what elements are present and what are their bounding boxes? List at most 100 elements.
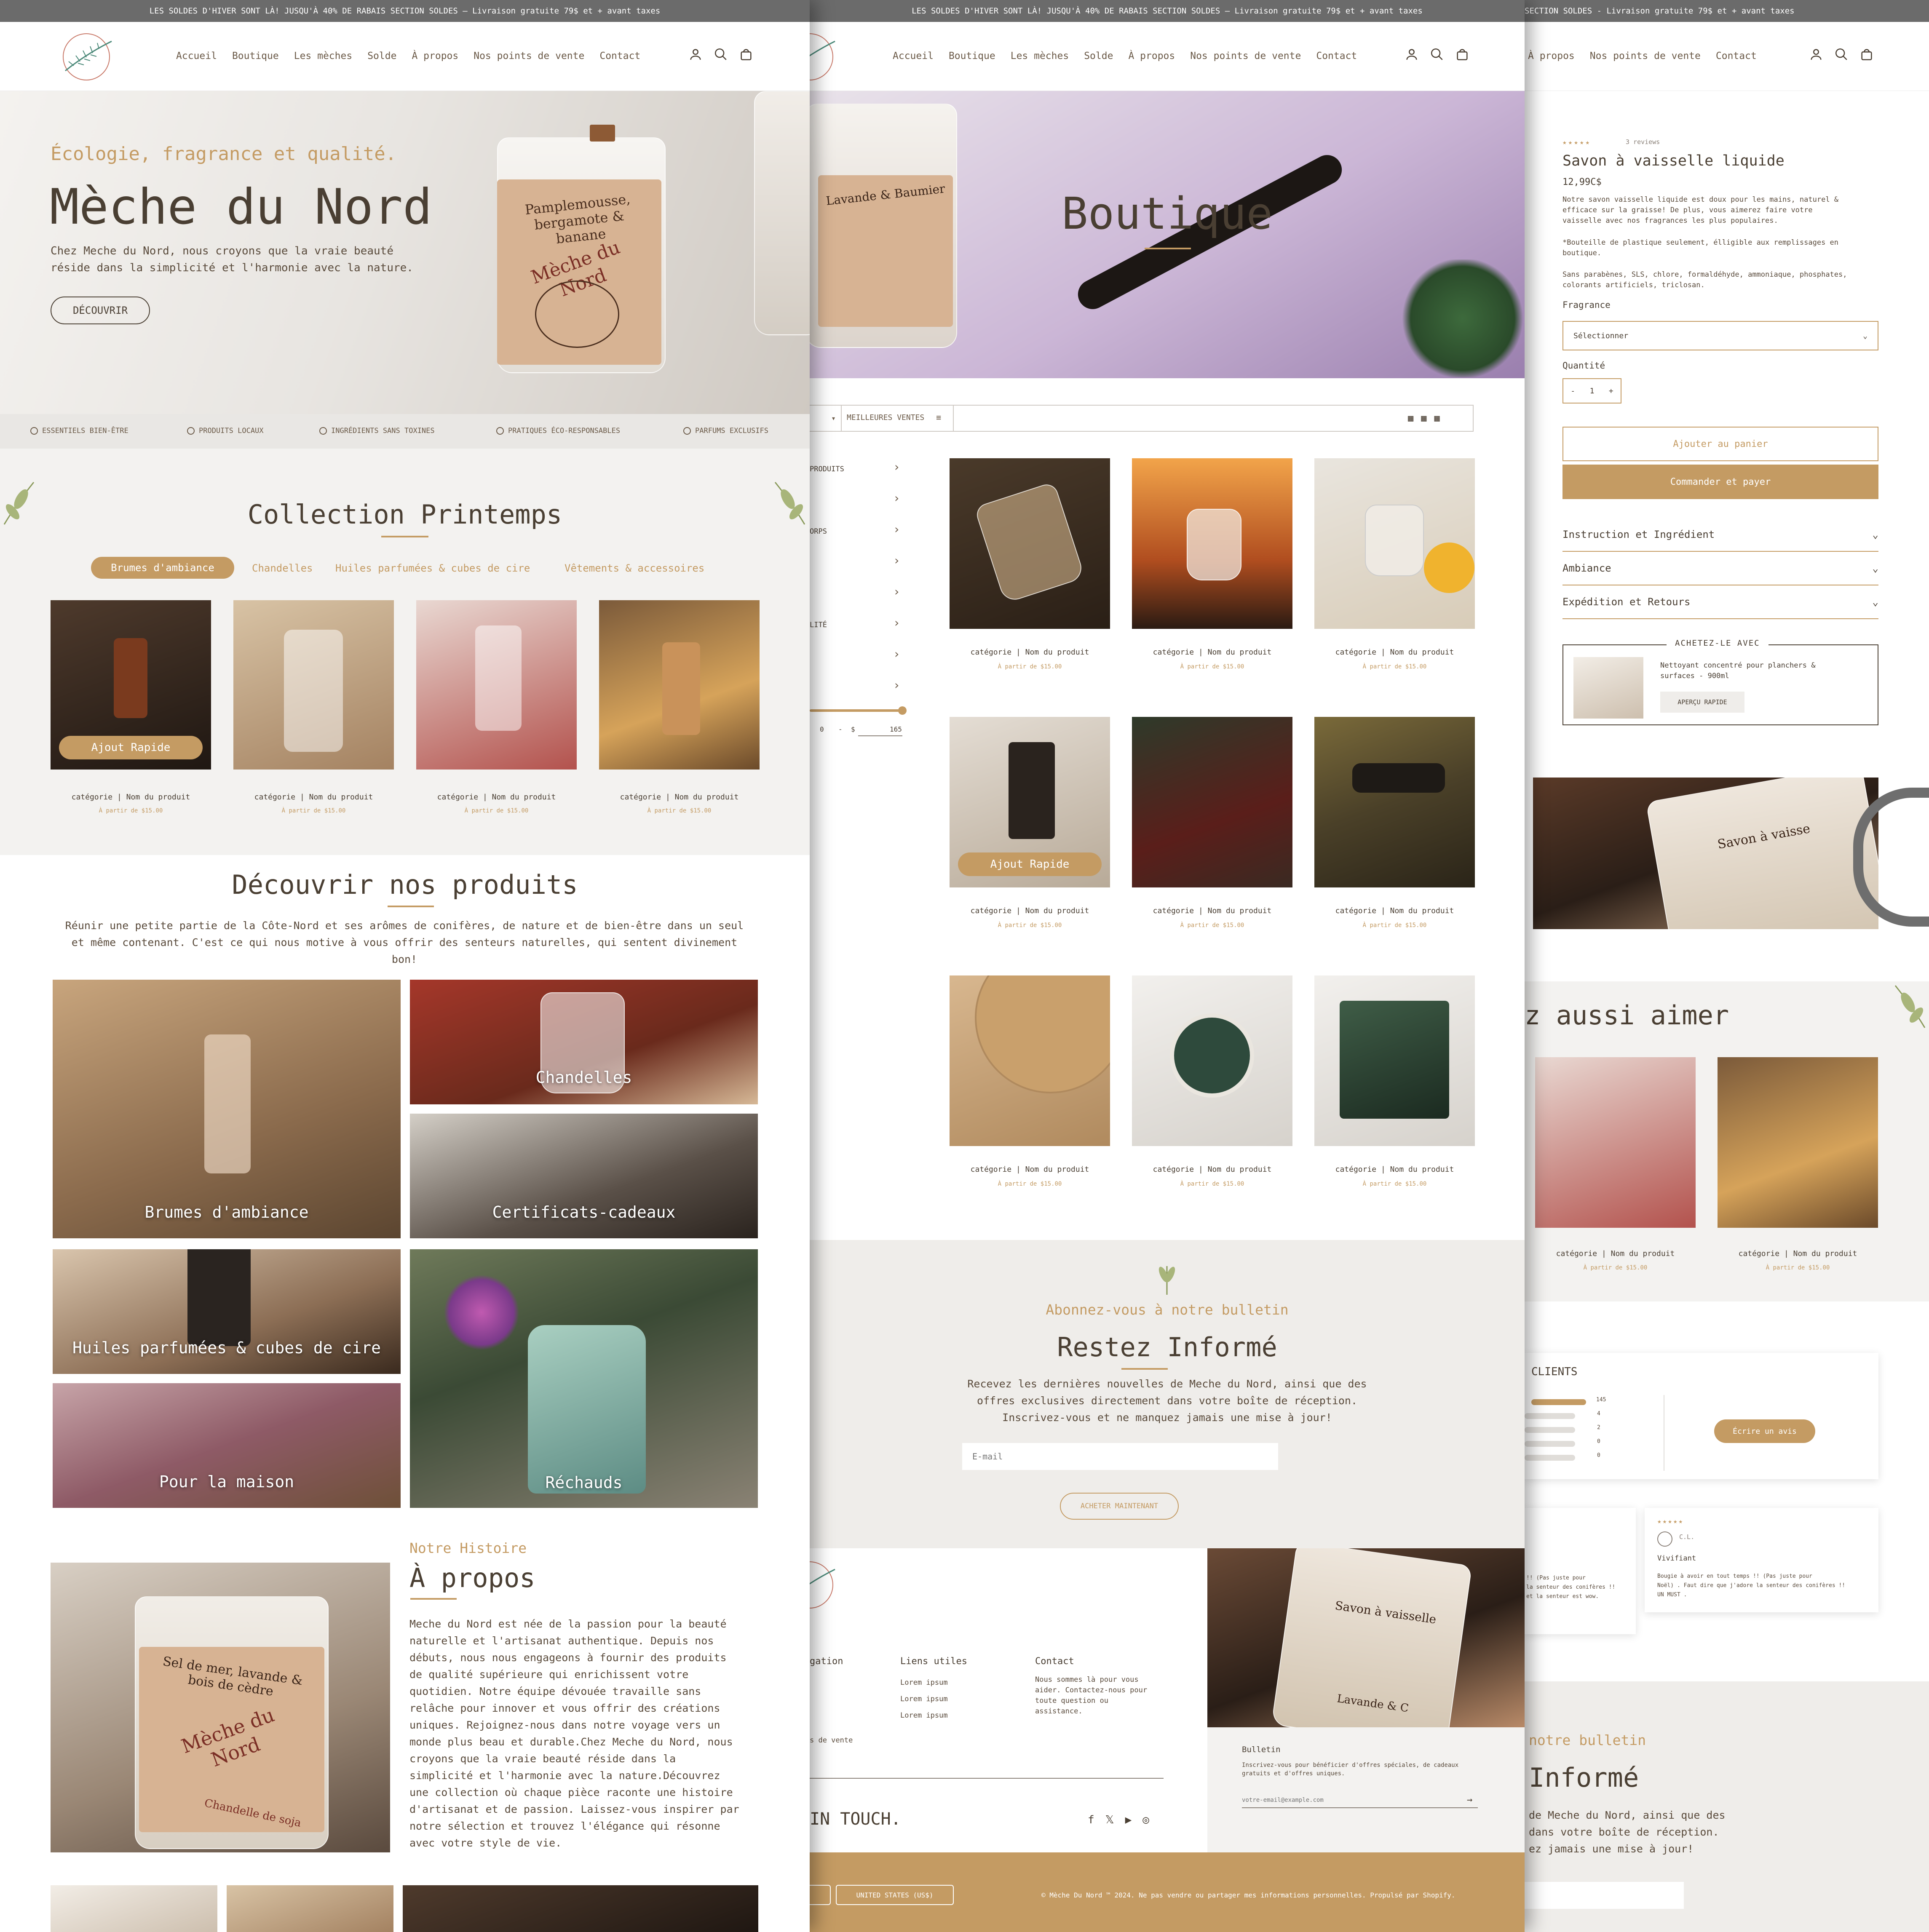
nav-item-boutique[interactable]: Boutique	[232, 51, 279, 61]
product-card-image[interactable]	[599, 600, 760, 770]
tile-chandelles[interactable]: Chandelles	[410, 980, 758, 1104]
accordion-instructions[interactable]: Instruction et Ingrédient ⌄	[1562, 518, 1878, 552]
product-card-image[interactable]	[1718, 1057, 1878, 1228]
product-name[interactable]: catégorie | Nom du produit	[1132, 906, 1292, 915]
tile-brumes[interactable]: Brumes d'ambiance	[53, 980, 401, 1238]
footer-nav-item[interactable]: s de vente	[810, 1736, 853, 1745]
chevron-right-icon[interactable]: ›	[893, 522, 900, 536]
nav-item-contact[interactable]: Contact	[1716, 51, 1757, 61]
nav-item-contact[interactable]: Contact	[599, 51, 640, 61]
tile-certificats[interactable]: Certificats-cadeaux	[410, 1114, 758, 1238]
chevron-right-icon[interactable]: ›	[893, 616, 900, 630]
nav-item-a-propos[interactable]: À propos	[412, 51, 458, 61]
search-icon[interactable]	[714, 47, 728, 61]
product-card-image[interactable]	[233, 600, 394, 770]
tile-rechauds[interactable]: Réchauds	[410, 1249, 758, 1508]
nav-item-meches[interactable]: Les mèches	[294, 51, 352, 61]
tab-vetements[interactable]: Vêtements & accessoires	[565, 562, 704, 574]
nav-item-a-propos[interactable]: À propos	[1128, 51, 1175, 61]
chevron-right-icon[interactable]: ›	[893, 647, 900, 661]
filter-label[interactable]: PRODUITS	[810, 465, 844, 473]
currency-select[interactable]: UNITED STATES (US$)	[836, 1885, 954, 1905]
product-card-image[interactable]	[1132, 458, 1292, 629]
instagram-icon[interactable]: ◎	[1142, 1814, 1149, 1826]
product-name[interactable]: catégorie | Nom du produit	[1314, 648, 1475, 657]
nav-item-accueil[interactable]: Accueil	[176, 51, 217, 61]
account-icon[interactable]	[1405, 47, 1419, 61]
nav-item-points-de-vente[interactable]: Nos points de vente	[474, 51, 584, 61]
chevron-right-icon[interactable]: ›	[893, 678, 900, 692]
footer-link[interactable]: Lorem ipsum	[900, 1708, 948, 1724]
tile-maison[interactable]: Pour la maison	[53, 1383, 401, 1508]
tile-huiles[interactable]: Huiles parfumées & cubes de cire	[53, 1249, 401, 1374]
cart-icon[interactable]	[1455, 47, 1469, 61]
account-icon[interactable]	[1809, 47, 1823, 61]
brand-logo[interactable]	[810, 1557, 848, 1614]
footer-link[interactable]: Lorem ipsum	[900, 1675, 948, 1691]
product-card-image[interactable]	[1314, 975, 1475, 1146]
quantity-minus-button[interactable]: -	[1570, 387, 1575, 395]
fragrance-select[interactable]: Sélectionner ⌄	[1562, 321, 1878, 350]
nav-item-contact[interactable]: Contact	[1316, 51, 1357, 61]
account-icon[interactable]	[688, 47, 703, 61]
nav-item-solde[interactable]: Solde	[1084, 51, 1113, 61]
pair-product-image[interactable]	[1573, 657, 1643, 719]
email-input[interactable]	[1525, 1882, 1684, 1909]
nav-item-accueil[interactable]: Accueil	[893, 51, 934, 61]
cart-icon[interactable]	[1859, 47, 1874, 61]
tab-brumes[interactable]: Brumes d'ambiance	[91, 557, 234, 579]
chevron-right-icon[interactable]: ›	[893, 553, 900, 567]
price-slider-handle[interactable]	[898, 706, 907, 715]
youtube-icon[interactable]: ▶	[1125, 1814, 1132, 1826]
quantity-value[interactable]: 1	[1590, 387, 1595, 395]
sort-icon[interactable]: ≡	[936, 412, 941, 422]
price-slider-track[interactable]	[810, 709, 904, 712]
product-name[interactable]: catégorie | Nom du produit	[51, 793, 211, 802]
product-card-image[interactable]	[1314, 717, 1475, 887]
product-name[interactable]: catégorie | Nom du produit	[1314, 906, 1475, 915]
brand-logo[interactable]	[810, 29, 848, 86]
quick-add-button[interactable]: Ajout Rapide	[59, 736, 203, 759]
pair-product-name[interactable]: Nettoyant concentré pour planchers & sur…	[1660, 660, 1815, 681]
nav-item-points-de-vente[interactable]: Nos points de vente	[1590, 51, 1701, 61]
price-from[interactable]: 0	[820, 725, 824, 733]
buy-now-button[interactable]: Commander et payer	[1562, 465, 1878, 499]
product-name[interactable]: catégorie | Nom du produit	[1535, 1249, 1696, 1258]
arrow-right-icon[interactable]: →	[1467, 1795, 1472, 1805]
footer-email-input[interactable]	[1242, 1793, 1478, 1808]
nav-item-a-propos[interactable]: À propos	[1528, 51, 1575, 61]
filter-label[interactable]: LITÉ	[810, 621, 827, 629]
nav-item-meches[interactable]: Les mèches	[1011, 51, 1069, 61]
product-card-image[interactable]: Ajout Rapide	[51, 600, 211, 770]
facebook-icon[interactable]: f	[1088, 1814, 1094, 1826]
accordion-ambiance[interactable]: Ambiance ⌄	[1562, 552, 1878, 585]
product-name[interactable]: catégorie | Nom du produit	[1718, 1249, 1878, 1258]
language-select[interactable]	[810, 1885, 831, 1905]
tab-huiles[interactable]: Huiles parfumées & cubes de cire	[335, 562, 530, 574]
tab-chandelles[interactable]: Chandelles	[252, 562, 313, 574]
sort-select[interactable]: MEILLEURES VENTES	[847, 413, 924, 422]
product-card-image[interactable]	[1132, 717, 1292, 887]
product-card-image[interactable]	[1314, 458, 1475, 629]
product-name[interactable]: catégorie | Nom du produit	[950, 906, 1110, 915]
product-name[interactable]: catégorie | Nom du produit	[1132, 1165, 1292, 1174]
product-name[interactable]: catégorie | Nom du produit	[950, 648, 1110, 657]
subscribe-button[interactable]: ACHETER MAINTENANT	[1060, 1493, 1179, 1520]
product-name[interactable]: catégorie | Nom du produit	[599, 793, 760, 802]
product-card-image[interactable]	[1535, 1057, 1696, 1228]
cart-icon[interactable]	[739, 47, 753, 61]
write-review-button[interactable]: Écrire un avis	[1714, 1419, 1815, 1443]
chevron-right-icon[interactable]: ›	[893, 491, 900, 505]
product-card-image[interactable]	[416, 600, 577, 770]
product-image[interactable]: Savon à vaisse	[1533, 778, 1878, 929]
chevron-right-icon[interactable]: ›	[893, 585, 900, 599]
grid-view-icons[interactable]: ▦▦▦	[1408, 413, 1447, 424]
product-card-image[interactable]	[950, 975, 1110, 1146]
product-name[interactable]: catégorie | Nom du produit	[416, 793, 577, 802]
filter-toggle[interactable]: ▾	[810, 406, 842, 431]
product-card-image[interactable]	[950, 458, 1110, 629]
nav-item-points-de-vente[interactable]: Nos points de vente	[1190, 51, 1301, 61]
search-icon[interactable]	[1834, 47, 1849, 61]
quick-add-button[interactable]: Ajout Rapide	[958, 852, 1102, 876]
add-to-cart-button[interactable]: Ajouter au panier	[1562, 427, 1878, 461]
